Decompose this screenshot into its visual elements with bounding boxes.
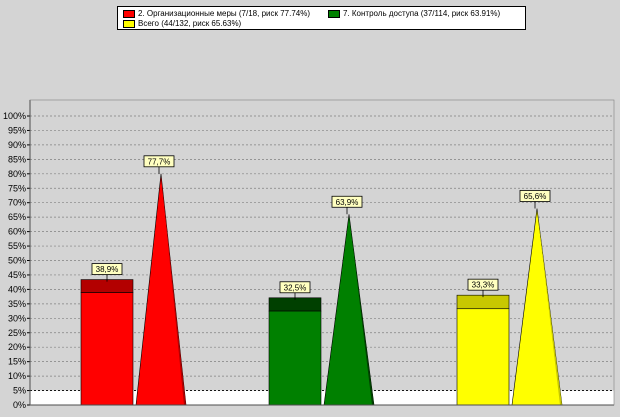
bar-data-label: 33,3% — [472, 281, 495, 290]
y-tick-label: 65% — [8, 212, 26, 222]
bar — [456, 308, 510, 406]
y-tick-label: 85% — [8, 154, 26, 164]
y-tick-label: 95% — [8, 125, 26, 135]
y-tick-label: 45% — [8, 270, 26, 280]
y-tick-label: 90% — [8, 140, 26, 150]
y-tick-label: 10% — [8, 371, 26, 381]
y-tick-label: 55% — [8, 241, 26, 251]
bar-data-label: 38,9% — [96, 265, 119, 274]
y-tick-label: 75% — [8, 183, 26, 193]
y-tick-label: 100% — [3, 111, 26, 121]
risk-data-label: 77,7% — [148, 157, 171, 166]
y-tick-label: 50% — [8, 256, 26, 266]
risk-data-label: 65,6% — [524, 192, 547, 201]
bar — [268, 310, 322, 406]
y-tick-label: 40% — [8, 284, 26, 294]
bar-top-segment — [456, 294, 510, 310]
chart-canvas: 0% 5% 10% 15% 20% 25% 30% 35% 40% 45% 50% 55% 60% 65%… — [3, 99, 615, 410]
y-tick-label: 80% — [8, 169, 26, 179]
y-tick-label: 20% — [8, 342, 26, 352]
y-tick-label: 70% — [8, 198, 26, 208]
risk-data-label: 63,9% — [336, 198, 359, 207]
y-tick-label: 25% — [8, 328, 26, 338]
bar-data-label: 32,5% — [284, 283, 307, 292]
y-tick-label: 5% — [13, 386, 26, 396]
y-tick-label: 30% — [8, 313, 26, 323]
bar — [80, 292, 134, 406]
y-tick-label: 60% — [8, 227, 26, 237]
y-tick-label: 35% — [8, 299, 26, 309]
y-tick-label: 0% — [13, 400, 26, 410]
y-tick-label: 15% — [8, 357, 26, 367]
